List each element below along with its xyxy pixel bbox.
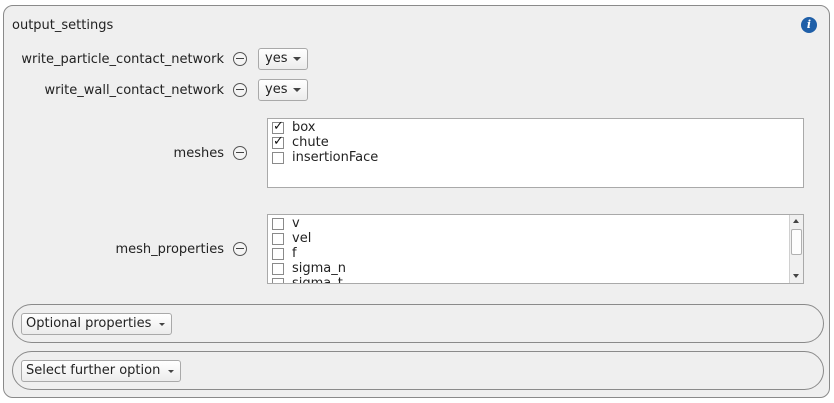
write-wall-contact-network-label: write_wall_contact_network: [44, 83, 224, 98]
further-option-select[interactable]: Select further option: [21, 360, 182, 382]
list-item-label: box: [292, 120, 316, 135]
vertical-scrollbar[interactable]: [789, 215, 803, 283]
write-particle-contact-network-label: write_particle_contact_network: [21, 52, 224, 67]
further-option-group: Select further option: [12, 351, 824, 390]
list-item[interactable]: f: [272, 246, 297, 261]
list-item[interactable]: chute: [272, 134, 329, 150]
checkbox-f[interactable]: [272, 247, 284, 260]
optional-properties-select[interactable]: Optional properties: [21, 313, 173, 335]
scroll-down-icon[interactable]: [790, 270, 803, 283]
list-item-label: f: [292, 246, 297, 261]
particle-contact-network-select[interactable]: yes: [258, 48, 308, 70]
chevron-down-icon: [293, 88, 301, 92]
chevron-down-icon: [293, 57, 301, 61]
checkbox-chute[interactable]: [272, 134, 284, 149]
list-item[interactable]: sigma_n: [272, 261, 346, 276]
list-item-label: sigma_t: [292, 276, 343, 284]
checkbox-v[interactable]: [272, 217, 284, 230]
scroll-up-icon[interactable]: [790, 215, 803, 228]
list-item-label: chute: [292, 135, 329, 150]
chevron-down-icon: [159, 323, 166, 326]
mesh-properties-label: mesh_properties: [115, 242, 224, 257]
list-item[interactable]: sigma_t: [272, 276, 343, 284]
further-option-label: Select further option: [26, 363, 161, 378]
remove-mesh-properties-icon[interactable]: [233, 242, 247, 256]
list-item[interactable]: v: [272, 216, 300, 231]
wall-contact-network-value: yes: [265, 82, 288, 97]
remove-meshes-icon[interactable]: [233, 146, 247, 160]
list-item-label: vel: [292, 231, 312, 246]
list-item[interactable]: insertionFace: [272, 150, 378, 165]
checkbox-sigma-n[interactable]: [272, 262, 284, 275]
meshes-label: meshes: [173, 146, 224, 161]
optional-properties-label: Optional properties: [26, 316, 152, 331]
optional-properties-group: Optional properties: [12, 304, 824, 343]
meshes-listbox[interactable]: box chute insertionFace: [267, 118, 804, 188]
wall-contact-network-select[interactable]: yes: [258, 79, 308, 101]
group-title: output_settings: [12, 18, 114, 33]
list-item-label: v: [292, 216, 300, 231]
list-item-label: insertionFace: [292, 150, 379, 165]
checkbox-vel[interactable]: [272, 232, 284, 245]
remove-wall-contact-network-icon[interactable]: [233, 83, 247, 97]
scrollbar-thumb[interactable]: [791, 229, 802, 255]
remove-particle-contact-network-icon[interactable]: [233, 52, 247, 66]
checkbox-insertionface[interactable]: [272, 151, 284, 164]
checkbox-box[interactable]: [272, 119, 284, 134]
mesh-properties-listbox[interactable]: v vel f sigma_n sigma_t: [267, 214, 804, 284]
list-item-label: sigma_n: [292, 261, 347, 276]
particle-contact-network-value: yes: [265, 51, 288, 66]
chevron-down-icon: [168, 370, 175, 373]
checkbox-sigma-t[interactable]: [272, 277, 284, 283]
info-icon[interactable]: i: [801, 17, 817, 33]
output-settings-group: output_settings i write_particle_contact…: [3, 5, 830, 398]
list-item[interactable]: vel: [272, 231, 311, 246]
